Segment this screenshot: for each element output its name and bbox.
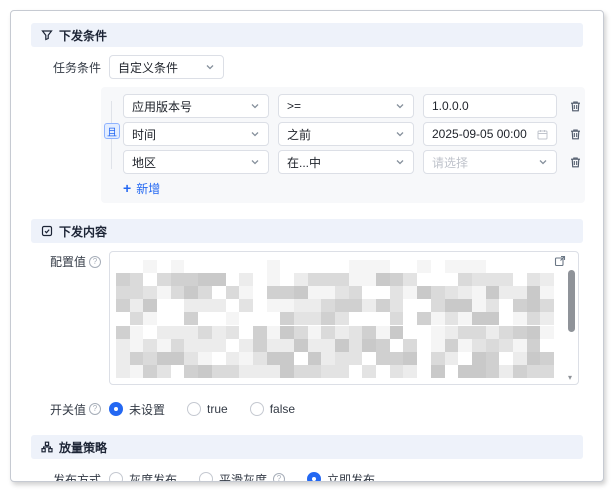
switch-value-radio-group: 未设置 true false <box>109 399 583 419</box>
delete-condition-button[interactable] <box>567 154 584 171</box>
calendar-icon <box>537 129 548 140</box>
radio-option-smooth-gray[interactable]: 平滑灰度 ? <box>199 471 285 483</box>
config-value-row: 配置值 ? ▾ <box>31 251 583 385</box>
scrollbar-down-arrow[interactable]: ▾ <box>568 374 575 381</box>
redacted-content <box>116 260 556 378</box>
radio-icon <box>109 402 123 416</box>
section-title: 下发内容 <box>59 223 107 240</box>
expand-editor-button[interactable] <box>554 255 566 267</box>
info-icon[interactable]: ? <box>89 256 101 268</box>
condition-operator-select[interactable]: >= <box>278 94 414 118</box>
switch-value-label: 开关值 <box>50 401 86 418</box>
task-condition-label: 任务条件 <box>31 59 101 76</box>
delete-condition-button[interactable] <box>567 98 584 115</box>
release-config-panel: 下发条件 任务条件 自定义条件 且 应用版本号 >= <box>10 10 604 482</box>
config-value-label: 配置值 <box>50 253 86 270</box>
task-condition-select[interactable]: 自定义条件 <box>109 55 224 79</box>
sitemap-icon <box>41 441 53 453</box>
plus-icon: + <box>123 181 131 195</box>
info-icon[interactable]: ? <box>273 473 285 482</box>
delete-condition-button[interactable] <box>567 126 584 143</box>
trash-icon <box>569 100 582 113</box>
release-method-label: 发布方式 <box>31 471 101 483</box>
radio-icon <box>187 402 201 416</box>
condition-row: 地区 在...中 请选择 <box>123 150 585 174</box>
condition-date-input[interactable]: 2025-09-05 00:00 <box>423 122 557 146</box>
radio-icon <box>250 402 264 416</box>
section-title: 放量策略 <box>59 439 107 456</box>
section-title: 下发条件 <box>59 27 107 44</box>
chevron-down-icon <box>538 157 548 167</box>
chevron-down-icon <box>250 101 260 111</box>
radio-icon <box>109 472 123 482</box>
scrollbar-thumb[interactable] <box>568 270 575 332</box>
radio-icon <box>199 472 213 482</box>
info-icon[interactable]: ? <box>89 403 101 415</box>
radio-option-unset[interactable]: 未设置 <box>109 401 165 418</box>
chevron-down-icon <box>395 157 405 167</box>
condition-value-select[interactable]: 请选择 <box>423 150 557 174</box>
condition-field-select[interactable]: 时间 <box>123 122 269 146</box>
content-icon <box>41 225 53 237</box>
switch-value-row: 开关值 ? 未设置 true false <box>31 399 583 419</box>
condition-operator-select[interactable]: 之前 <box>278 122 414 146</box>
radio-icon <box>307 472 321 482</box>
section-header-strategy: 放量策略 <box>31 435 583 459</box>
release-method-row: 发布方式 灰度发布 平滑灰度 ? 立即发布 <box>31 469 583 482</box>
chevron-down-icon <box>250 129 260 139</box>
section-header-conditions: 下发条件 <box>31 23 583 47</box>
config-value-textarea[interactable]: ▾ <box>109 251 579 385</box>
chevron-down-icon <box>395 101 405 111</box>
chevron-down-icon <box>395 129 405 139</box>
filter-icon <box>41 29 53 41</box>
radio-option-gray-release[interactable]: 灰度发布 <box>109 471 177 483</box>
condition-row: 应用版本号 >= <box>123 94 585 118</box>
scrollbar[interactable] <box>568 270 575 370</box>
conditions-group: 且 应用版本号 >= 时间 之前 <box>101 87 585 203</box>
trash-icon <box>569 128 582 141</box>
condition-value-input[interactable] <box>423 94 557 118</box>
condition-field-select[interactable]: 地区 <box>123 150 269 174</box>
trash-icon <box>569 156 582 169</box>
radio-option-false[interactable]: false <box>250 402 295 416</box>
logic-and-badge: 且 <box>104 123 120 139</box>
task-condition-value: 自定义条件 <box>118 59 178 76</box>
radio-option-true[interactable]: true <box>187 402 228 416</box>
add-condition-button[interactable]: + 新增 <box>123 178 160 198</box>
expand-icon <box>554 255 566 267</box>
condition-row: 时间 之前 2025-09-05 00:00 <box>123 122 585 146</box>
radio-option-immediate-release[interactable]: 立即发布 <box>307 471 375 483</box>
condition-operator-select[interactable]: 在...中 <box>278 150 414 174</box>
chevron-down-icon <box>205 62 215 72</box>
release-method-radio-group: 灰度发布 平滑灰度 ? 立即发布 <box>109 469 583 482</box>
condition-field-select[interactable]: 应用版本号 <box>123 94 269 118</box>
chevron-down-icon <box>250 157 260 167</box>
section-header-content: 下发内容 <box>31 219 583 243</box>
task-condition-row: 任务条件 自定义条件 <box>31 55 583 79</box>
